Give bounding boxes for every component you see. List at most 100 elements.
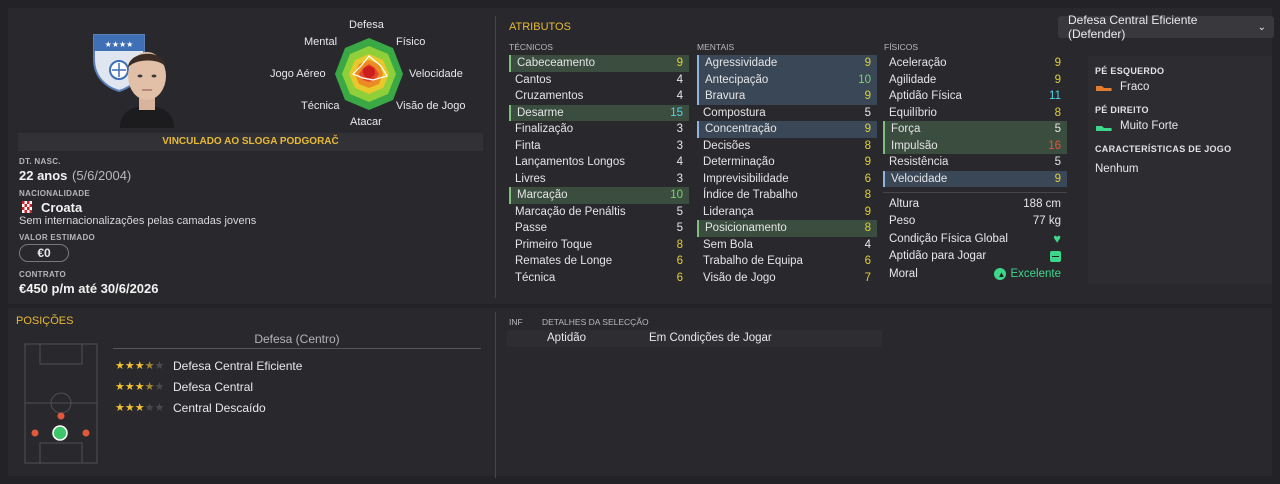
attribute-value: 15 — [670, 106, 683, 119]
dob-label: DT. NASC. — [19, 157, 61, 166]
physical-info-list: Altura 188 cm Peso 77 kg Condição Física Glo… — [885, 195, 1065, 283]
attribute-value: 9 — [676, 57, 683, 70]
radar-label-atacar: Atacar — [350, 116, 382, 128]
attribute-name: Sem Bola — [703, 238, 753, 251]
contract-value: €450 p/m até 30/6/2026 — [19, 281, 159, 296]
attribute-row[interactable]: Passe 5 — [509, 220, 689, 237]
role-row[interactable]: ★★★★★ Defesa Central Eficiente — [115, 355, 475, 376]
attribute-row[interactable]: Sem Bola 4 — [697, 237, 877, 254]
attribute-row[interactable]: Finta 3 — [509, 138, 689, 155]
attribute-name: Decisões — [703, 139, 751, 152]
attribute-name: Livres — [515, 172, 546, 185]
attribute-row[interactable]: Decisões 8 — [697, 138, 877, 155]
attribute-row[interactable]: Primeiro Toque 8 — [509, 237, 689, 254]
attribute-value: 4 — [864, 238, 871, 251]
attribute-name: Cantos — [515, 73, 552, 86]
attribute-row[interactable]: Desarme 15 — [509, 104, 689, 121]
attribute-value: 11 — [1049, 90, 1061, 103]
attribute-name: Antecipação — [705, 73, 769, 86]
contract-club-banner[interactable]: VINCULADO AO SLOGA PODGORAČ — [18, 133, 483, 151]
attribute-row[interactable]: Equilíbrio 8 — [883, 105, 1067, 122]
attribute-row[interactable]: Concentração 9 — [697, 121, 877, 138]
pitch-diagram — [24, 343, 98, 464]
attribute-row[interactable]: Remates de Longe 6 — [509, 253, 689, 270]
nationality-label: NACIONALIDADE — [19, 189, 91, 198]
radar-label-defesa: Defesa — [349, 19, 384, 31]
fitness-status-icon — [1050, 250, 1061, 262]
attribute-value: 6 — [864, 255, 871, 268]
attribute-value: 7 — [864, 271, 871, 284]
estimated-value-badge[interactable]: €0 — [19, 244, 69, 262]
attribute-value: 8 — [864, 139, 871, 152]
attribute-value: 9 — [1054, 172, 1061, 185]
attribute-row[interactable]: Marcação 10 — [509, 187, 689, 204]
physical-info-row: Condição Física Global ♥ — [885, 230, 1065, 248]
contract-label: CONTRATO — [19, 270, 66, 279]
attribute-row[interactable]: Aceleração 9 — [883, 55, 1067, 72]
attribute-row[interactable]: Índice de Trabalho 8 — [697, 187, 877, 204]
selection-row-value: Em Condições de Jogar — [649, 332, 772, 344]
attribute-row[interactable]: Finalização 3 — [509, 121, 689, 138]
attribute-name: Determinação — [703, 156, 775, 169]
physical-info-value-wrap: ▲ Excelente — [994, 267, 1061, 280]
attribute-row[interactable]: Cantos 4 — [509, 72, 689, 89]
attribute-row[interactable]: Velocidade 9 — [883, 170, 1067, 187]
attribute-value: 5 — [676, 205, 683, 218]
attribute-row[interactable]: Trabalho de Equipa 6 — [697, 253, 877, 270]
attribute-row[interactable]: Visão de Jogo 7 — [697, 270, 877, 287]
physical-info-row: Peso 77 kg — [885, 213, 1065, 231]
attribute-row[interactable]: Lançamentos Longos 4 — [509, 154, 689, 171]
attribute-row[interactable]: Força 5 — [883, 121, 1067, 138]
attribute-row[interactable]: Imprevisibilidade 6 — [697, 171, 877, 188]
attribute-row[interactable]: Técnica 6 — [509, 270, 689, 287]
attribute-name: Marcação de Penáltis — [515, 205, 626, 218]
attribute-name: Visão de Jogo — [703, 271, 776, 284]
attribute-row[interactable]: Cruzamentos 4 — [509, 88, 689, 105]
physical-info-value-wrap: 77 kg — [1033, 215, 1061, 227]
attribute-name: Lançamentos Longos — [515, 156, 625, 169]
attributes-title: ATRIBUTOS — [509, 21, 571, 33]
attribute-row[interactable]: Determinação 9 — [697, 154, 877, 171]
divider — [495, 16, 496, 298]
attribute-row[interactable]: Cabeceamento 9 — [509, 55, 689, 72]
attribute-row[interactable]: Livres 3 — [509, 171, 689, 188]
attribute-name: Força — [891, 123, 921, 136]
attribute-value: 9 — [864, 90, 871, 103]
attribute-row[interactable]: Antecipação 10 — [697, 71, 877, 88]
attribute-value: 8 — [864, 222, 871, 235]
role-dropdown-label: Defesa Central Eficiente (Defender) — [1068, 13, 1198, 41]
attribute-value: 5 — [1054, 123, 1061, 136]
attribute-name: Concentração — [705, 123, 777, 136]
right-foot-value: Muito Forte — [1120, 120, 1179, 132]
role-row[interactable]: ★★★★★ Central Descaído — [115, 397, 475, 418]
boot-icon — [1095, 82, 1113, 92]
attribute-name: Desarme — [517, 106, 564, 119]
role-row[interactable]: ★★★★★ Defesa Central — [115, 376, 475, 397]
attribute-value: 10 — [858, 73, 871, 86]
attribute-name: Bravura — [705, 90, 746, 103]
physical-info-value-wrap — [1050, 250, 1061, 262]
attribute-value: 9 — [1054, 73, 1061, 86]
physical-info-row: Altura 188 cm — [885, 195, 1065, 213]
attribute-value: 9 — [864, 156, 871, 169]
attribute-row[interactable]: Agilidade 9 — [883, 72, 1067, 89]
attribute-row[interactable]: Posicionamento 8 — [697, 220, 877, 237]
attribute-name: Cruzamentos — [515, 90, 584, 103]
traits-value: Nenhum — [1095, 163, 1139, 175]
attribute-value: 8 — [864, 189, 871, 202]
nationality-value[interactable]: Croata — [41, 200, 82, 215]
attribute-name: Remates de Longe — [515, 255, 613, 268]
attribute-row[interactable]: Resistência 5 — [883, 154, 1067, 171]
attribute-row[interactable]: Agressividade 9 — [697, 55, 877, 72]
attribute-row[interactable]: Marcação de Penáltis 5 — [509, 204, 689, 221]
attribute-row[interactable]: Bravura 9 — [697, 88, 877, 105]
role-dropdown[interactable]: Defesa Central Eficiente (Defender) ⌄ — [1058, 13, 1274, 41]
attribute-row[interactable]: Impulsão 16 — [883, 137, 1067, 154]
physical-info-name: Moral — [889, 267, 918, 280]
attribute-row[interactable]: Compostura 5 — [697, 105, 877, 122]
attribute-row[interactable]: Aptidão Física 11 — [883, 88, 1067, 105]
croatia-flag-icon — [20, 200, 34, 214]
attribute-name: Posicionamento — [705, 222, 787, 235]
attribute-name: Compostura — [703, 106, 766, 119]
attribute-row[interactable]: Liderança 9 — [697, 204, 877, 221]
